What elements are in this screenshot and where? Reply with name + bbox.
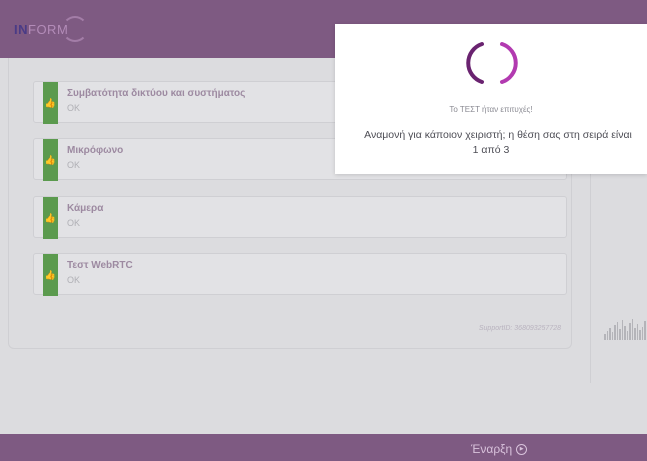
check-title: Μικρόφωνο bbox=[67, 145, 124, 156]
queue-position: 1 από 3 bbox=[472, 144, 510, 156]
check-status: OK bbox=[67, 160, 81, 170]
thumbs-up-icon: 👍 bbox=[43, 254, 58, 296]
loading-spinner-icon bbox=[466, 42, 518, 84]
check-camera: 👍 Κάμερα OK bbox=[33, 196, 567, 239]
logo-ring-icon bbox=[62, 16, 88, 42]
audio-level-icon bbox=[604, 318, 647, 340]
check-webrtc: 👍 Τεστ WebRTC OK bbox=[33, 253, 567, 296]
queue-text: Αναμονή για κάποιον χειριστή; η θέση σας… bbox=[364, 129, 632, 141]
check-title: Συμβατότητα δικτύου και συστήματος bbox=[67, 88, 246, 99]
check-title: Κάμερα bbox=[67, 203, 104, 214]
support-id: SupportID: 368093257728 bbox=[478, 325, 561, 332]
play-circle-icon: ▶ bbox=[516, 443, 528, 455]
thumbs-up-icon: 👍 bbox=[43, 82, 58, 124]
app-footer bbox=[0, 434, 647, 461]
start-label: Έναρξη bbox=[471, 442, 513, 456]
thumbs-up-icon: 👍 bbox=[43, 197, 58, 239]
check-status: OK bbox=[67, 218, 81, 228]
check-status: OK bbox=[67, 275, 81, 285]
logo: INFORM bbox=[14, 22, 69, 37]
queue-message: Αναμονή για κάποιον χειριστή; η θέση σας… bbox=[335, 128, 647, 158]
test-status-text: Το ΤΕΣΤ ήταν επιτυχές! bbox=[449, 105, 533, 114]
start-button[interactable]: Έναρξη ▶ bbox=[471, 442, 528, 456]
check-title: Τεστ WebRTC bbox=[67, 260, 133, 271]
check-status: OK bbox=[67, 103, 81, 113]
thumbs-up-icon: 👍 bbox=[43, 139, 58, 181]
